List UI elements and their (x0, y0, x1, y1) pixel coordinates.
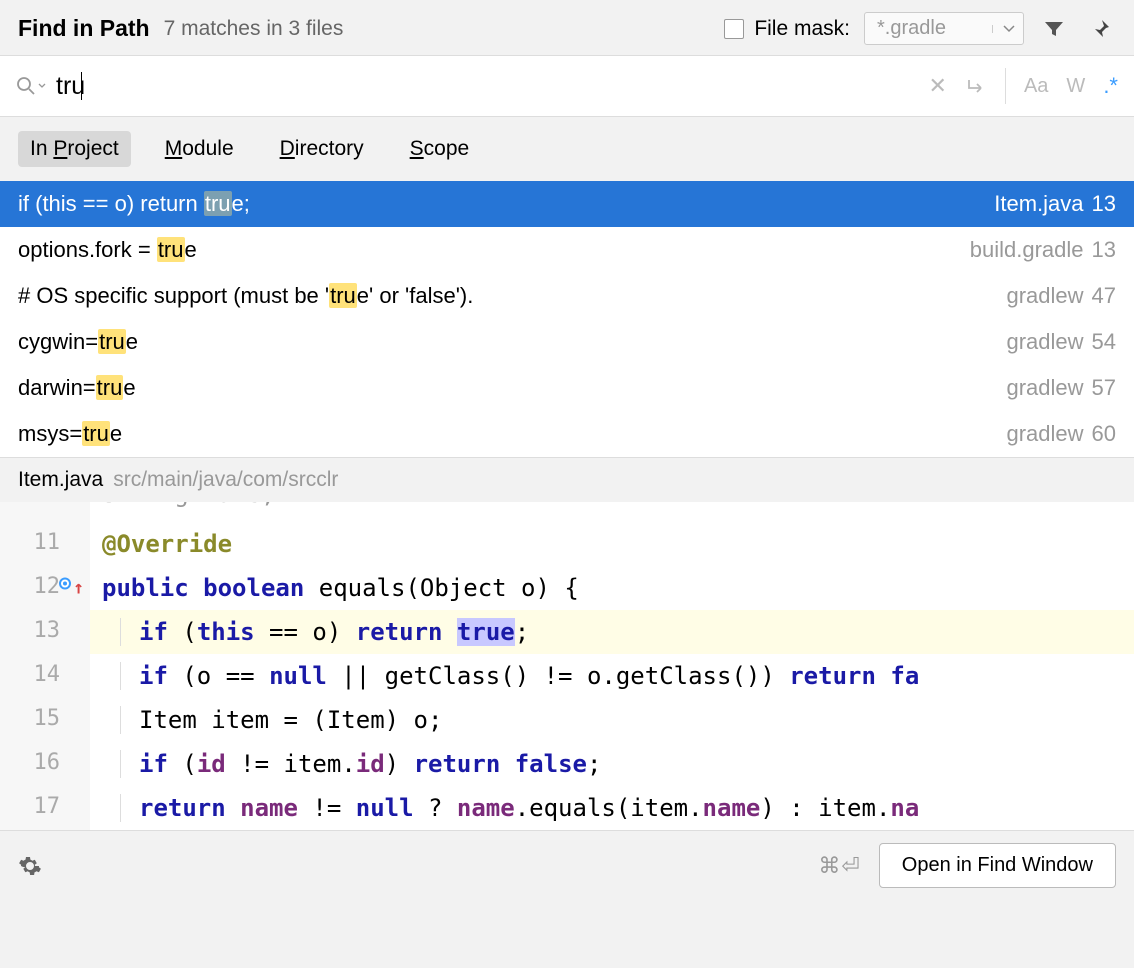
gutter-linenum: 11 (0, 522, 90, 566)
tab-directory[interactable]: Directory (268, 131, 376, 167)
filter-icon[interactable] (1038, 13, 1070, 45)
preview-filename: Item.java (18, 468, 103, 492)
result-row[interactable]: # OS specific support (must be 'true' or… (0, 273, 1134, 319)
results-list: if (this == o) return true; Item.java13 … (0, 181, 1134, 457)
open-in-find-window-button[interactable]: Open in Find Window (879, 843, 1116, 888)
result-row[interactable]: msys=true gradlew60 (0, 411, 1134, 457)
override-up-icon[interactable]: ↑ (73, 578, 84, 599)
text-caret (81, 72, 82, 100)
tab-module[interactable]: Module (153, 131, 246, 167)
result-row[interactable]: cygwin=true gradlew54 (0, 319, 1134, 365)
match-case-toggle[interactable]: Aa (1024, 75, 1048, 98)
result-filename: gradlew (1006, 329, 1083, 355)
gutter-linenum: 15 (0, 698, 90, 742)
regex-toggle[interactable]: .* (1103, 73, 1118, 99)
result-linenum: 47 (1092, 283, 1116, 309)
result-filename: gradlew (1006, 421, 1083, 447)
clear-icon[interactable]: ✕ (929, 73, 947, 99)
preview-header: Item.java src/main/java/com/srcclr (0, 457, 1134, 502)
gutter-linenum: 13 (0, 610, 90, 654)
dialog-title: Find in Path (18, 15, 150, 42)
result-row[interactable]: if (this == o) return true; Item.java13 (0, 181, 1134, 227)
result-linenum: 57 (1092, 375, 1116, 401)
result-filename: gradlew (1006, 375, 1083, 401)
tab-in-project[interactable]: In Project (18, 131, 131, 167)
pin-icon[interactable] (1084, 13, 1116, 45)
tab-scope[interactable]: Scope (398, 131, 482, 167)
result-filename: gradlew (1006, 283, 1083, 309)
search-row: tru ✕ Aa W .* (0, 55, 1134, 117)
preview-path: src/main/java/com/srcclr (113, 468, 338, 492)
file-mask-checkbox-wrap[interactable]: File mask: (724, 17, 850, 41)
scope-tabs: In Project Module Directory Scope (0, 117, 1134, 181)
file-mask-value: *.gradle (877, 17, 946, 40)
dialog-header: Find in Path 7 matches in 3 files File m… (0, 0, 1134, 55)
result-filename: build.gradle (970, 237, 1084, 263)
override-marker-icon[interactable] (59, 578, 71, 590)
code-preview[interactable]: String name; 11 @Override 12↑ public boo… (0, 502, 1134, 830)
gutter-linenum (0, 502, 90, 522)
gutter-linenum: 12↑ (0, 566, 90, 610)
shortcut-hint: ⌘⏎ (818, 853, 860, 879)
gutter-linenum: 14 (0, 654, 90, 698)
gear-icon[interactable] (18, 854, 42, 878)
file-mask-checkbox[interactable] (724, 19, 744, 39)
result-filename: Item.java (994, 191, 1083, 217)
divider (1005, 68, 1006, 104)
gutter-linenum: 17 (0, 786, 90, 830)
whole-word-toggle[interactable]: W (1066, 75, 1085, 98)
file-mask-label: File mask: (754, 17, 850, 41)
result-row[interactable]: darwin=true gradlew57 (0, 365, 1134, 411)
search-icon (16, 76, 46, 96)
matches-summary: 7 matches in 3 files (164, 17, 344, 41)
result-linenum: 54 (1092, 329, 1116, 355)
result-linenum: 13 (1092, 191, 1116, 217)
gutter-linenum: 16 (0, 742, 90, 786)
result-linenum: 13 (1092, 237, 1116, 263)
dialog-footer: ⌘⏎ Open in Find Window (0, 830, 1134, 900)
newline-icon[interactable] (965, 76, 987, 96)
chevron-down-icon (992, 25, 1015, 33)
result-row[interactable]: options.fork = true build.gradle13 (0, 227, 1134, 273)
result-linenum: 60 (1092, 421, 1116, 447)
file-mask-select[interactable]: *.gradle (864, 12, 1024, 45)
